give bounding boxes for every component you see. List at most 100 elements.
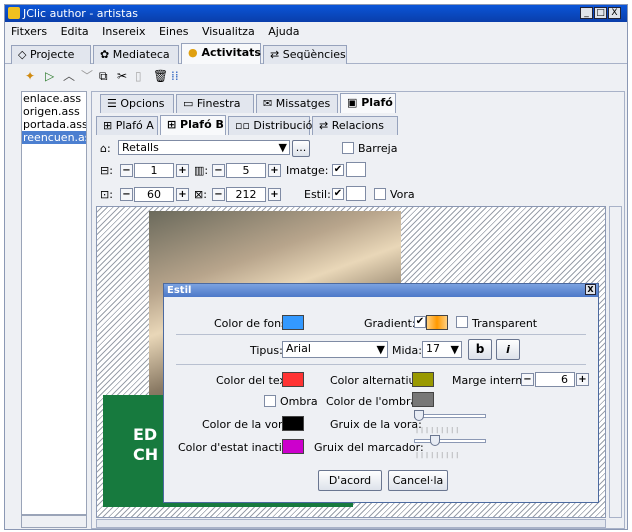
- tab-projecte[interactable]: ◇ Projecte: [11, 45, 91, 64]
- font-value: Arial: [286, 342, 311, 355]
- imatge-button[interactable]: [346, 162, 366, 177]
- chevron-down-icon: ▼: [278, 141, 287, 154]
- tab-mediateca-label: Mediateca: [112, 48, 170, 61]
- tab-plafo-label: Plafó: [361, 96, 393, 109]
- size-select[interactable]: 17 ▼: [422, 341, 462, 358]
- tab-activitats-label: Activitats: [201, 46, 261, 59]
- transparent-label: Transparent: [472, 317, 538, 330]
- grid-b-icon: ⊞: [167, 118, 181, 131]
- play-icon[interactable]: ▷: [45, 69, 54, 83]
- tab-relacions[interactable]: ⇄ Relacions: [312, 116, 398, 135]
- color-fons-swatch[interactable]: [282, 315, 304, 330]
- bold-toggle[interactable]: b: [468, 339, 492, 360]
- width-increment[interactable]: +: [176, 188, 189, 201]
- dialog-close-button[interactable]: X: [585, 284, 596, 295]
- tab-distribucio[interactable]: ▫▫ Distribució: [228, 116, 313, 135]
- grid-icon[interactable]: ⁞⁞: [171, 69, 179, 83]
- list-item[interactable]: portada.ass: [22, 118, 86, 131]
- gradient-swatch[interactable]: [426, 315, 448, 330]
- gruix-marcador-slider[interactable]: [414, 439, 486, 443]
- ok-button[interactable]: D'acord: [318, 470, 382, 491]
- cols-increment[interactable]: +: [268, 164, 281, 177]
- marge-field[interactable]: 6: [535, 372, 575, 387]
- menu-insereix[interactable]: Insereix: [102, 25, 145, 38]
- marge-decrement[interactable]: −: [521, 373, 534, 386]
- size-value: 17: [426, 342, 440, 355]
- color-inactiu-label: Color d'estat inactiu:: [178, 441, 293, 454]
- shape-select[interactable]: Retalls ▼: [118, 140, 290, 155]
- width-decrement[interactable]: −: [120, 188, 133, 201]
- tab-plafo-b[interactable]: ⊞ Plafó B: [160, 115, 226, 135]
- color-fons-label: Color de fons:: [214, 317, 291, 330]
- tab-plafo-a[interactable]: ⊞ Plafó A: [96, 116, 158, 135]
- menu-ajuda[interactable]: Ajuda: [268, 25, 299, 38]
- gruix-marcador-slider-thumb[interactable]: [429, 435, 440, 446]
- tab-plafo-b-label: Plafó B: [180, 118, 224, 131]
- list-item[interactable]: origen.ass: [22, 105, 86, 118]
- tab-finestra[interactable]: ▭ Finestra: [176, 94, 254, 113]
- cols-decrement[interactable]: −: [212, 164, 225, 177]
- menu-fitxers[interactable]: Fitxers: [11, 25, 47, 38]
- gradient-checkbox[interactable]: ✔: [414, 316, 426, 328]
- barreja-label: Barreja: [358, 142, 398, 155]
- tab-activitats[interactable]: ● Activitats: [181, 43, 261, 64]
- ombra-checkbox[interactable]: [264, 395, 276, 407]
- barreja-checkbox[interactable]: [342, 142, 354, 154]
- preview-horizontal-scrollbar[interactable]: [96, 519, 606, 528]
- height-increment[interactable]: +: [268, 188, 281, 201]
- gruix-vora-slider-thumb[interactable]: [414, 410, 424, 421]
- shape-icon: ⌂:: [100, 142, 111, 155]
- tab-sequencies[interactable]: ⇄ Seqüències: [263, 45, 347, 64]
- menu-visualitza[interactable]: Visualitza: [202, 25, 255, 38]
- tab-mediateca[interactable]: ✿ Mediateca: [93, 45, 179, 64]
- minimize-button[interactable]: _: [580, 7, 593, 19]
- estil-button[interactable]: [346, 186, 366, 201]
- up-icon[interactable]: ︿: [63, 69, 75, 83]
- shape-options-button[interactable]: ...: [292, 140, 310, 157]
- height-field[interactable]: 212: [226, 187, 266, 202]
- preview-vertical-scrollbar[interactable]: [609, 206, 622, 518]
- dialog-title-bar: Estil X: [164, 284, 598, 297]
- tab-distribucio-label: Distribució: [253, 119, 313, 132]
- imatge-checkbox[interactable]: ✔: [332, 164, 344, 176]
- cancel-button[interactable]: Cancel·la: [388, 470, 448, 491]
- estil-label: Estil:: [304, 188, 331, 201]
- font-select[interactable]: Arial ▼: [282, 341, 388, 358]
- cut-icon[interactable]: ✂: [117, 69, 127, 83]
- tab-plafo[interactable]: ▣ Plafó: [340, 93, 396, 113]
- rows-field[interactable]: 1: [134, 163, 174, 178]
- tab-missatges[interactable]: ✉ Missatges: [256, 94, 338, 113]
- copy-icon[interactable]: ⧉: [99, 69, 108, 83]
- list-item[interactable]: reencuen.as: [22, 131, 86, 144]
- vora-checkbox[interactable]: [374, 188, 386, 200]
- rows-decrement[interactable]: −: [120, 164, 133, 177]
- down-icon[interactable]: ﹀: [81, 69, 93, 83]
- sequences-icon: ⇄: [270, 48, 283, 61]
- menu-eines[interactable]: Eines: [159, 25, 188, 38]
- menu-edita[interactable]: Edita: [61, 25, 89, 38]
- new-activity-icon[interactable]: ✦: [25, 69, 35, 83]
- marge-increment[interactable]: +: [576, 373, 589, 386]
- close-button[interactable]: X: [608, 7, 621, 19]
- width-field[interactable]: 60: [134, 187, 174, 202]
- width-icon: ⊡:: [100, 188, 113, 201]
- color-alternatiu-swatch[interactable]: [412, 372, 434, 387]
- color-inactiu-swatch[interactable]: [282, 439, 304, 454]
- gruix-vora-slider[interactable]: [414, 414, 486, 418]
- activities-icon: ●: [188, 46, 202, 59]
- maximize-button[interactable]: □: [594, 7, 607, 19]
- delete-icon[interactable]: 🗑: [153, 69, 168, 83]
- estil-checkbox[interactable]: ✔: [332, 188, 344, 200]
- cols-field[interactable]: 5: [226, 163, 266, 178]
- color-text-swatch[interactable]: [282, 372, 304, 387]
- height-decrement[interactable]: −: [212, 188, 225, 201]
- color-ombra-swatch[interactable]: [412, 392, 434, 407]
- list-horizontal-scrollbar[interactable]: [21, 515, 87, 528]
- italic-toggle[interactable]: i: [496, 339, 520, 360]
- list-item[interactable]: enlace.ass: [22, 92, 86, 105]
- rows-increment[interactable]: +: [176, 164, 189, 177]
- paste-icon[interactable]: ▯: [135, 69, 142, 83]
- tab-opcions[interactable]: ☰ Opcions: [100, 94, 174, 113]
- transparent-checkbox[interactable]: [456, 316, 468, 328]
- color-vora-swatch[interactable]: [282, 416, 304, 431]
